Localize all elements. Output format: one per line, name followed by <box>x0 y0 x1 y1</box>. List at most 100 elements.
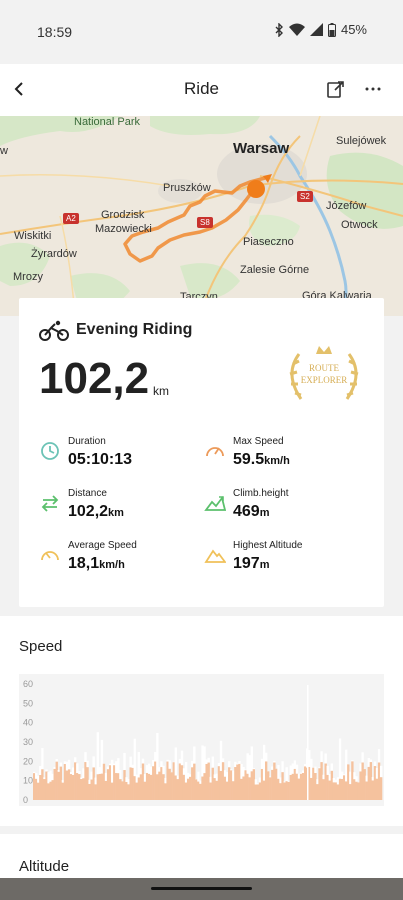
speed-peak-bar <box>33 771 36 774</box>
speed-bar <box>377 762 381 800</box>
altitude-title: Altitude <box>19 858 70 875</box>
speed-bar <box>72 774 75 800</box>
speed-peak-bar <box>86 760 89 768</box>
speed-peak-bar <box>223 770 227 777</box>
speed-peak-bar <box>230 769 233 771</box>
stat-value: 18,1km/h <box>68 555 125 572</box>
speed-peak-bar <box>61 779 65 783</box>
speed-peak-bar <box>269 776 272 778</box>
speed-peak-bar <box>345 749 348 782</box>
speed-bar <box>332 782 336 800</box>
speed-bar <box>164 783 167 800</box>
app-bar: Ride <box>0 64 403 116</box>
speed-peak-bar <box>320 751 323 763</box>
y-tick-label: 60 <box>23 679 33 689</box>
speed-peak-bar <box>180 750 184 766</box>
speed-bar <box>174 775 178 800</box>
speed-peak-bar <box>72 767 75 775</box>
speed-peak-bar <box>100 739 104 774</box>
system-nav-bar <box>0 878 403 900</box>
speed-bar <box>86 767 89 800</box>
speed-bar <box>363 769 366 800</box>
speed-bar <box>291 773 295 800</box>
speed-bar <box>84 762 87 800</box>
more-icon[interactable] <box>362 78 384 100</box>
speed-peak-bar <box>133 738 136 777</box>
speed-peak-bar <box>250 746 253 772</box>
distance-total-unit: km <box>153 384 169 398</box>
stat-value: 59.5km/h <box>233 451 290 468</box>
share-icon[interactable] <box>326 79 346 99</box>
battery-icon <box>327 22 336 37</box>
speed-peak-bar <box>104 772 108 781</box>
speed-bar <box>96 774 99 800</box>
speed-bar <box>74 762 77 800</box>
speed-peak-bar <box>76 763 79 774</box>
speed-peak-bar <box>166 759 169 762</box>
speed-peak-bar <box>303 764 307 767</box>
speed-peak-bar <box>154 751 157 762</box>
speed-bar <box>318 768 321 800</box>
speed-chart[interactable]: 60 50 40 30 20 10 0 <box>19 674 384 806</box>
speed-peak-bar <box>184 761 188 783</box>
speed-peak-bar <box>338 738 342 779</box>
speed-peak-bar <box>295 764 299 774</box>
speedometer-icon <box>206 447 224 457</box>
road-shield: A2 <box>63 213 79 224</box>
speed-peak-bar <box>176 775 180 780</box>
speed-bar <box>63 764 67 800</box>
speed-peak-bar <box>324 753 327 764</box>
route-explorer-badge[interactable]: ROUTE EXPLORER <box>279 344 369 404</box>
speed-peak-bar <box>349 771 352 785</box>
speed-peak-bar <box>123 752 126 771</box>
map-label: Pruszków <box>163 182 211 194</box>
map-label: Józefów <box>326 200 367 212</box>
speed-bar <box>49 781 52 800</box>
speed-peak-bar <box>342 774 346 776</box>
speed-bar <box>262 780 266 800</box>
speed-bar <box>102 763 106 800</box>
stat-label: Duration <box>68 436 106 447</box>
speed-peak-bar <box>355 776 358 782</box>
speed-bar <box>189 776 192 800</box>
speed-peak-bar <box>289 765 292 775</box>
speed-bar <box>295 773 299 800</box>
route-map[interactable]: National Park Warsaw Sulejówek w Pruszkó… <box>0 116 403 316</box>
speed-bar <box>125 782 128 800</box>
speed-peak-bar <box>197 771 200 782</box>
speed-peak-bar <box>162 765 165 775</box>
speed-peak-bar <box>217 762 221 767</box>
speed-bar <box>213 778 217 800</box>
speed-peak-bar <box>55 758 58 762</box>
speed-bar <box>324 763 327 800</box>
speed-bar <box>127 784 130 800</box>
stat-label: Climb.height <box>233 488 289 499</box>
speed-peak-bar <box>178 758 182 764</box>
speed-bar <box>357 782 360 800</box>
y-tick-label: 0 <box>23 795 28 805</box>
speed-chart-plot: 60 50 40 30 20 10 0 <box>23 679 383 805</box>
speed-bar <box>345 781 348 800</box>
y-tick-label: 10 <box>23 776 33 786</box>
speed-peak-bar <box>168 760 171 769</box>
speed-bar <box>267 771 270 800</box>
speed-bar <box>264 761 268 800</box>
speed-bar <box>41 769 44 800</box>
home-gesture-pill[interactable] <box>151 887 252 890</box>
map-label: Zalesie Górne <box>240 264 310 276</box>
distance-total: 102,2 <box>39 354 150 403</box>
speed-peak-bar <box>131 764 134 768</box>
speed-peak-bar <box>152 759 155 767</box>
speed-peak-bar <box>65 761 69 771</box>
speed-peak-bar <box>37 775 40 783</box>
speed-peak-bar <box>252 768 256 770</box>
speed-peak-bar <box>158 767 161 772</box>
speed-bar <box>293 768 297 800</box>
stat-value: 05:10:13 <box>68 451 133 468</box>
speed-bar <box>131 767 134 800</box>
speed-bar <box>365 781 368 800</box>
speed-bar <box>94 784 97 800</box>
stat-distance: Distance 102,2km <box>39 488 189 528</box>
speed-bar <box>123 770 126 800</box>
speed-bar <box>33 773 36 800</box>
